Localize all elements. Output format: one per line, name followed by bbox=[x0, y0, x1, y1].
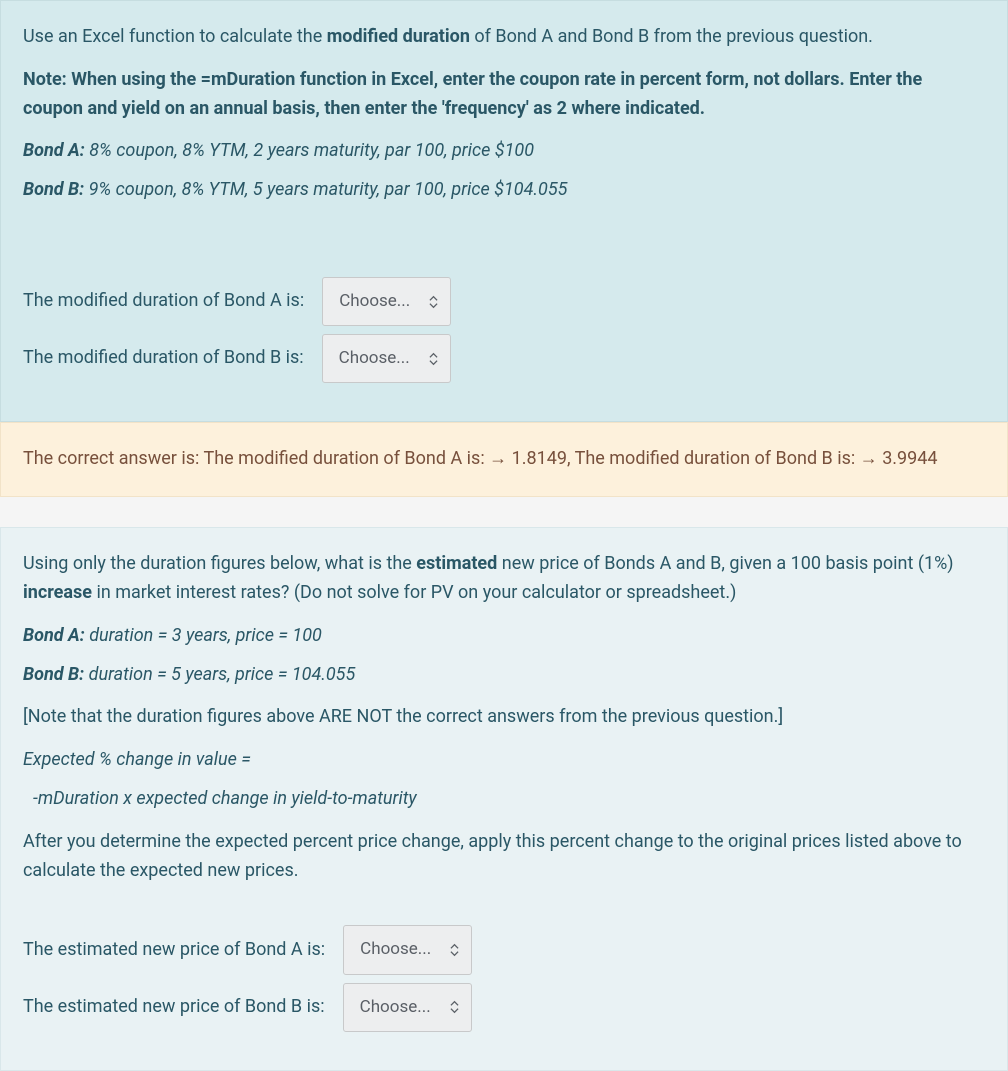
question-1-block: Use an Excel function to calculate the m… bbox=[0, 0, 1008, 422]
q2-after-text: After you determine the expected percent… bbox=[23, 828, 985, 886]
q2-formula-line-1: Expected % change in value = bbox=[23, 746, 985, 775]
q1-row-b-label: The modified duration of Bond B is: bbox=[23, 344, 304, 373]
text-fragment-bold: modified duration bbox=[327, 26, 470, 47]
q2-bond-b-text: Bond B: duration = 5 years, price = 104.… bbox=[23, 661, 985, 690]
feedback-text: The correct answer is: The modified dura… bbox=[23, 448, 938, 469]
q1-note-text: Note: When using the =mDuration function… bbox=[23, 66, 985, 124]
text-fragment: Using only the duration figures below, w… bbox=[23, 553, 416, 574]
bond-a-label: Bond A: bbox=[23, 625, 85, 646]
select-value: Choose... bbox=[360, 936, 431, 963]
text-fragment: new price of Bonds A and B, given a 100 … bbox=[497, 553, 953, 574]
bond-b-detail: duration = 5 years, price = 104.055 bbox=[84, 664, 355, 685]
chevron-sort-icon bbox=[429, 295, 438, 308]
select-value: Choose... bbox=[360, 994, 431, 1021]
q2-answer-row-a: The estimated new price of Bond A is: Ch… bbox=[23, 925, 985, 974]
q1-select-bond-b[interactable]: Choose... bbox=[322, 334, 451, 383]
select-value: Choose... bbox=[339, 288, 410, 315]
question-2-block: Using only the duration figures below, w… bbox=[0, 527, 1008, 1071]
q2-row-a-label: The estimated new price of Bond A is: bbox=[23, 936, 325, 965]
q2-note-text: [Note that the duration figures above AR… bbox=[23, 703, 985, 732]
bond-b-label: Bond B: bbox=[23, 664, 84, 685]
q2-intro-text: Using only the duration figures below, w… bbox=[23, 550, 985, 608]
text-fragment-bold: increase bbox=[23, 582, 92, 603]
text-fragment: Use an Excel function to calculate the bbox=[23, 26, 327, 47]
text-fragment: of Bond A and Bond B from the previous q… bbox=[470, 26, 873, 47]
chevron-sort-icon bbox=[429, 352, 438, 365]
q1-row-a-label: The modified duration of Bond A is: bbox=[23, 287, 304, 316]
bond-a-detail: 8% coupon, 8% YTM, 2 years maturity, par… bbox=[85, 140, 534, 161]
q2-bond-a-text: Bond A: duration = 3 years, price = 100 bbox=[23, 622, 985, 651]
q1-intro-text: Use an Excel function to calculate the m… bbox=[23, 23, 985, 52]
bond-b-detail: 9% coupon, 8% YTM, 5 years maturity, par… bbox=[84, 179, 567, 200]
q2-answer-row-b: The estimated new price of Bond B is: Ch… bbox=[23, 983, 985, 1032]
q1-answer-row-b: The modified duration of Bond B is: Choo… bbox=[23, 334, 985, 383]
bond-a-label: Bond A: bbox=[23, 140, 85, 161]
chevron-sort-icon bbox=[450, 1001, 459, 1014]
q1-bond-a-text: Bond A: 8% coupon, 8% YTM, 2 years matur… bbox=[23, 137, 985, 166]
q2-select-bond-b[interactable]: Choose... bbox=[343, 983, 472, 1032]
q1-answer-row-a: The modified duration of Bond A is: Choo… bbox=[23, 277, 985, 326]
q1-select-bond-a[interactable]: Choose... bbox=[322, 277, 451, 326]
select-value: Choose... bbox=[339, 345, 410, 372]
q2-formula-line-2: -mDuration x expected change in yield-to… bbox=[23, 785, 985, 814]
q1-bond-b-text: Bond B: 9% coupon, 8% YTM, 5 years matur… bbox=[23, 176, 985, 205]
correct-answer-feedback: The correct answer is: The modified dura… bbox=[0, 422, 1008, 497]
bond-a-detail: duration = 3 years, price = 100 bbox=[85, 625, 322, 646]
q2-row-b-label: The estimated new price of Bond B is: bbox=[23, 993, 325, 1022]
text-fragment: in market interest rates? (Do not solve … bbox=[92, 582, 736, 603]
chevron-sort-icon bbox=[450, 943, 459, 956]
q2-select-bond-a[interactable]: Choose... bbox=[343, 925, 472, 974]
text-fragment-bold: estimated bbox=[416, 553, 497, 574]
bond-b-label: Bond B: bbox=[23, 179, 84, 200]
